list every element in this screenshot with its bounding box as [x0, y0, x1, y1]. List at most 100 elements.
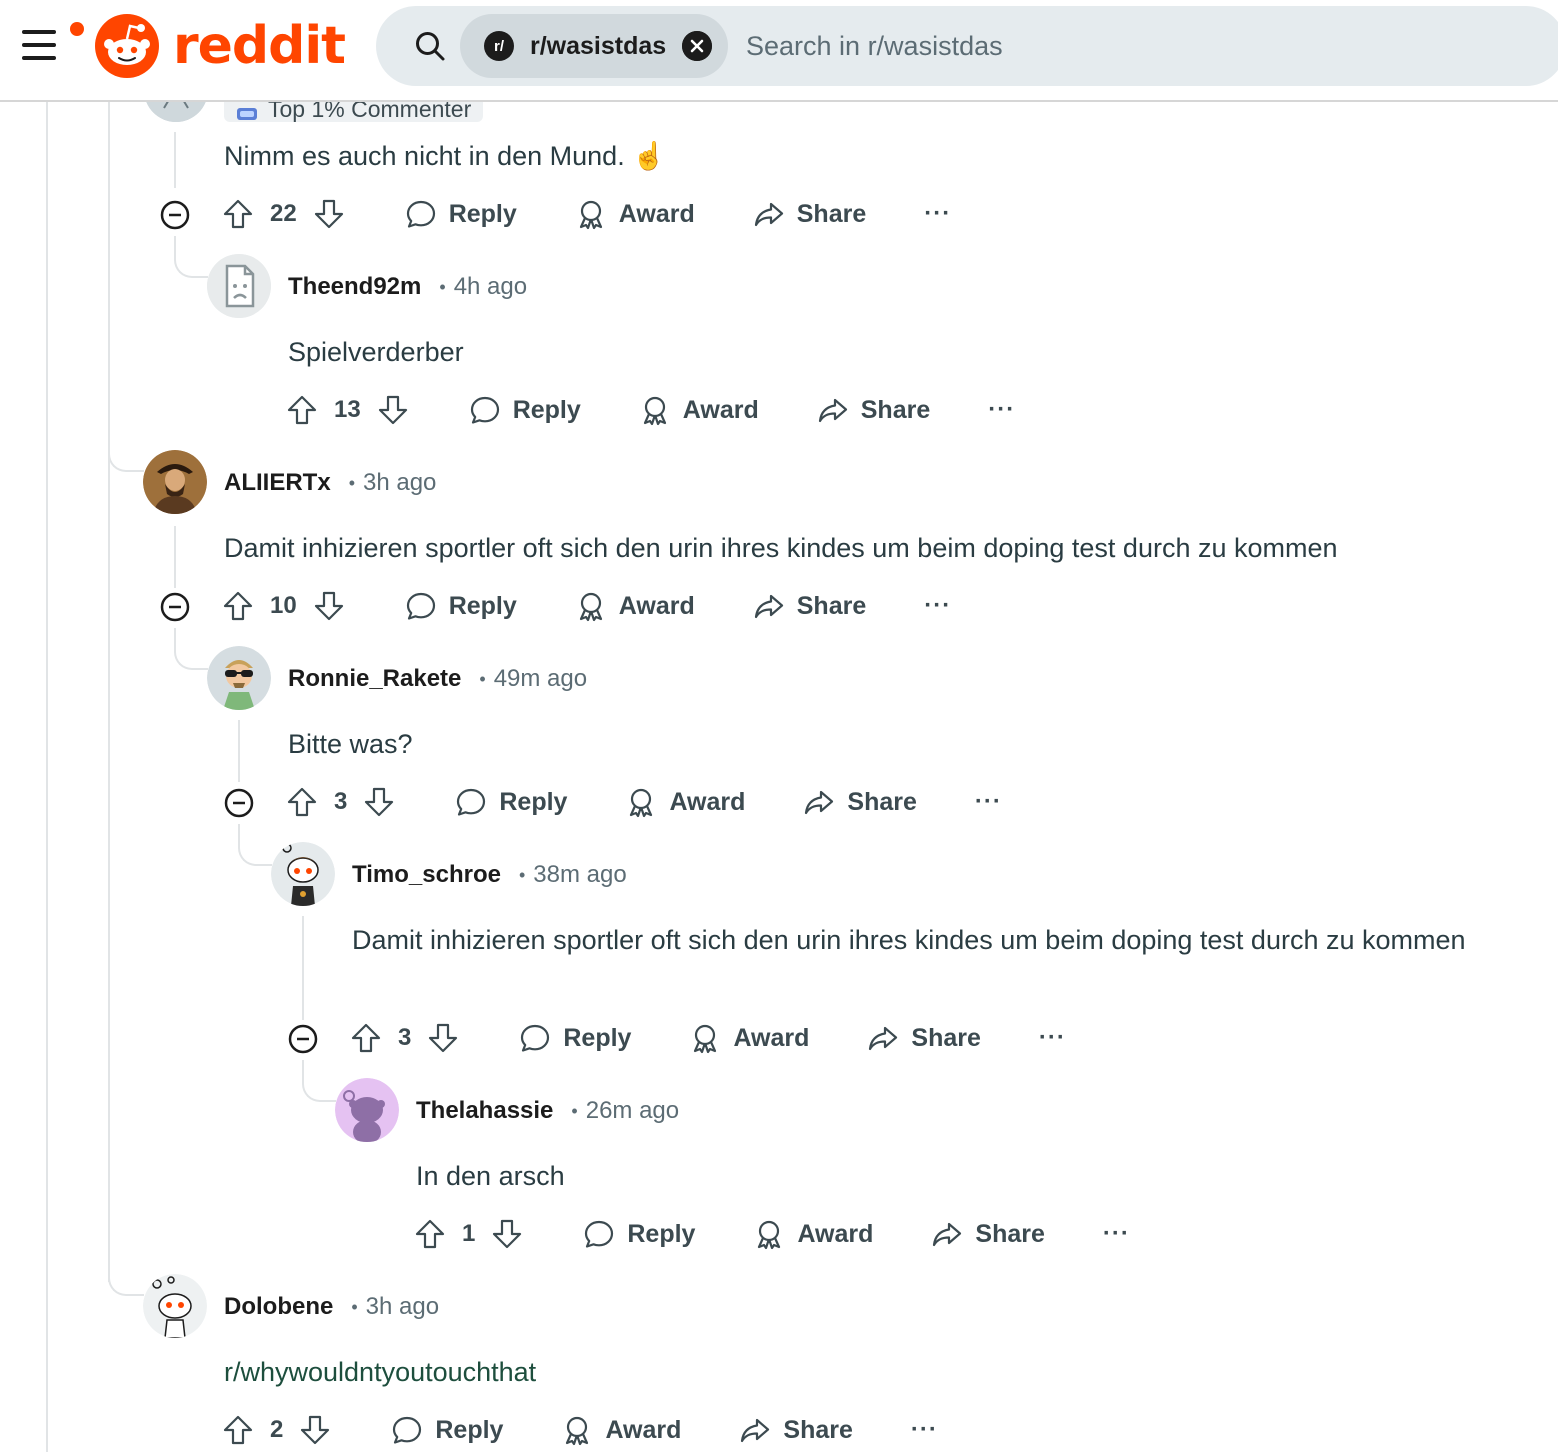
upvote-icon[interactable]	[286, 786, 318, 818]
comment-meta: Timo_schroe • 38m ago	[352, 858, 627, 892]
award-button[interactable]: Award	[689, 1022, 809, 1054]
avatar[interactable]	[335, 1078, 399, 1142]
upvote-icon[interactable]	[222, 198, 254, 230]
comment-icon	[583, 1218, 615, 1250]
reply-button[interactable]: Reply	[469, 394, 581, 426]
reply-button[interactable]: Reply	[405, 198, 517, 230]
award-button[interactable]: Award	[753, 1218, 873, 1250]
timestamp[interactable]: 26m ago	[586, 1097, 679, 1125]
search-input[interactable]	[746, 26, 1446, 66]
more-options-button[interactable]: ···	[1039, 1024, 1066, 1052]
downvote-icon[interactable]	[313, 590, 345, 622]
more-options-button[interactable]: ···	[975, 788, 1002, 816]
reply-label: Reply	[499, 787, 568, 816]
thread-line[interactable]	[174, 132, 176, 188]
award-label: Award	[618, 199, 695, 228]
timestamp[interactable]: 4h ago	[454, 273, 527, 301]
award-button[interactable]: Award	[575, 590, 695, 622]
reply-label: Reply	[627, 1219, 696, 1248]
avatar[interactable]	[271, 842, 335, 906]
award-button[interactable]: Award	[625, 786, 745, 818]
reply-button[interactable]: Reply	[391, 1414, 503, 1446]
share-button[interactable]: Share	[753, 590, 866, 622]
collapse-icon[interactable]	[160, 200, 190, 230]
share-label: Share	[975, 1219, 1045, 1248]
username[interactable]: Dolobene	[224, 1293, 333, 1321]
award-button[interactable]: Award	[639, 394, 759, 426]
share-button[interactable]: Share	[817, 394, 930, 426]
subreddit-link[interactable]: r/whywouldntyoutouchthat	[224, 1352, 536, 1392]
thread-line[interactable]	[238, 720, 240, 782]
thread-line[interactable]	[108, 102, 110, 1282]
collapse-icon[interactable]	[160, 592, 190, 622]
reddit-logo[interactable]: reddit	[95, 14, 346, 78]
share-icon	[739, 1414, 771, 1446]
downvote-icon[interactable]	[427, 1022, 459, 1054]
avatar[interactable]	[207, 254, 271, 318]
share-button[interactable]: Share	[739, 1414, 853, 1446]
more-options-button[interactable]: ···	[988, 396, 1015, 424]
reply-button[interactable]: Reply	[455, 786, 567, 818]
thread-elbow	[238, 824, 272, 866]
reply-button[interactable]: Reply	[519, 1022, 631, 1054]
username[interactable]: Theend92m	[288, 273, 421, 301]
downvote-icon[interactable]	[299, 1414, 331, 1446]
comment-actions: 3 Reply Award Share ···	[350, 1018, 1066, 1058]
reply-button[interactable]: Reply	[583, 1218, 695, 1250]
subreddit-search-chip[interactable]: r/ r/wasistdas	[460, 14, 728, 78]
comment-actions: 1 Reply Award Share ···	[414, 1214, 1130, 1254]
upvote-icon[interactable]	[286, 394, 318, 426]
award-icon	[753, 1218, 785, 1250]
share-button[interactable]: Share	[753, 198, 866, 230]
collapse-icon[interactable]	[224, 788, 254, 818]
username[interactable]: ALIIERTx	[224, 469, 331, 497]
separator-dot: •	[518, 864, 526, 885]
close-icon[interactable]	[682, 31, 712, 61]
award-button[interactable]: Award	[561, 1414, 681, 1446]
username[interactable]: Ronnie_Rakete	[288, 665, 461, 693]
more-options-button[interactable]: ···	[911, 1416, 938, 1444]
share-button[interactable]: Share	[803, 786, 917, 818]
menu-icon[interactable]	[22, 22, 84, 64]
award-label: Award	[733, 1023, 810, 1052]
timestamp[interactable]: 3h ago	[366, 1293, 439, 1321]
notification-dot	[70, 22, 84, 36]
thread-elbow	[108, 420, 144, 472]
avatar[interactable]	[143, 450, 207, 514]
downvote-icon[interactable]	[491, 1218, 523, 1250]
award-label: Award	[605, 1415, 682, 1444]
search-bar[interactable]: r/ r/wasistdas	[376, 6, 1558, 86]
award-button[interactable]: Award	[575, 198, 695, 230]
upvote-icon[interactable]	[414, 1218, 446, 1250]
thread-line[interactable]	[174, 526, 176, 588]
vote-count: 3	[334, 788, 348, 815]
subreddit-icon: r/	[484, 31, 514, 61]
downvote-icon[interactable]	[377, 394, 409, 426]
upvote-icon[interactable]	[222, 590, 254, 622]
username[interactable]: Thelahassie	[416, 1097, 553, 1125]
share-button[interactable]: Share	[931, 1218, 1045, 1250]
comment-body: Damit inhizieren sportler oft sich den u…	[352, 925, 1466, 955]
thread-line[interactable]	[46, 102, 48, 1452]
downvote-icon[interactable]	[313, 198, 345, 230]
username[interactable]: Timo_schroe	[352, 861, 501, 889]
thread-line[interactable]	[302, 916, 304, 1020]
more-options-button[interactable]: ···	[924, 200, 951, 228]
share-label: Share	[911, 1023, 981, 1052]
timestamp[interactable]: 3h ago	[363, 469, 436, 497]
upvote-icon[interactable]	[350, 1022, 382, 1054]
separator-dot: •	[439, 276, 446, 297]
downvote-icon[interactable]	[363, 786, 395, 818]
share-button[interactable]: Share	[867, 1022, 981, 1054]
comment-meta: Dolobene • 3h ago	[224, 1290, 439, 1324]
reply-button[interactable]: Reply	[405, 590, 517, 622]
avatar[interactable]	[207, 646, 271, 710]
collapse-icon[interactable]	[288, 1024, 318, 1054]
more-options-button[interactable]: ···	[1103, 1220, 1130, 1248]
more-options-button[interactable]: ···	[924, 592, 951, 620]
comment-thread: Top 1% Commenter Nimm es auch nicht in d…	[0, 0, 1558, 1452]
avatar[interactable]	[143, 1274, 207, 1338]
timestamp[interactable]: 49m ago	[494, 665, 587, 693]
timestamp[interactable]: 38m ago	[533, 861, 626, 889]
upvote-icon[interactable]	[222, 1414, 254, 1446]
